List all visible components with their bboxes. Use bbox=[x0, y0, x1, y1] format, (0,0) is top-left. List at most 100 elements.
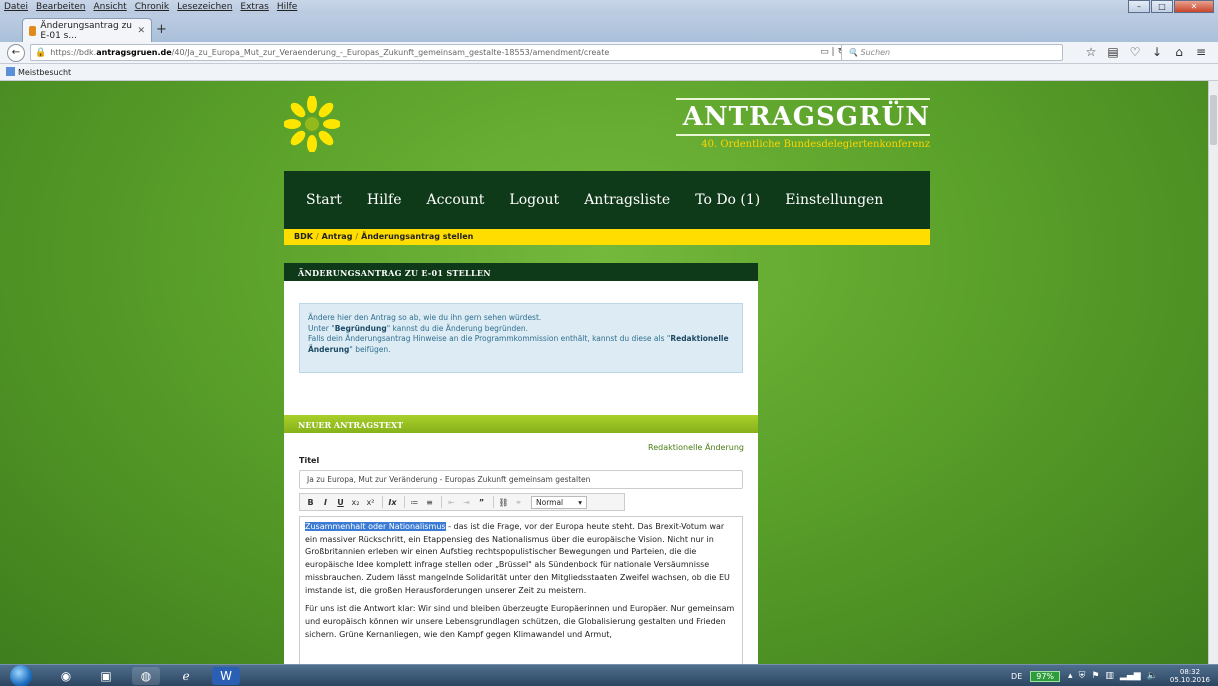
browser-tab[interactable]: Änderungsantrag zu E-01 s... ✕ bbox=[22, 18, 152, 42]
format-select-value: Normal bbox=[536, 497, 564, 507]
numbered-list-icon[interactable]: ≔ bbox=[408, 498, 421, 507]
menu-bearbeiten[interactable]: Bearbeiten bbox=[36, 2, 85, 12]
underline-icon[interactable]: U bbox=[334, 498, 347, 507]
blockquote-icon[interactable]: ” bbox=[475, 498, 488, 507]
home-icon[interactable]: ⌂ bbox=[1168, 45, 1190, 59]
chevron-down-icon: ▾ bbox=[578, 497, 582, 507]
pocket-icon[interactable]: ♡ bbox=[1124, 45, 1146, 59]
start-button-icon[interactable] bbox=[10, 665, 32, 686]
volume-icon[interactable]: 🔈 bbox=[1147, 671, 1158, 681]
camera-app-icon[interactable]: ◉ bbox=[52, 667, 80, 685]
bookmark-meistbesucht[interactable]: Meistbesucht bbox=[18, 68, 71, 77]
nav-hilfe[interactable]: Hilfe bbox=[367, 192, 402, 208]
page-scrollbar[interactable] bbox=[1208, 81, 1218, 664]
outdent-icon[interactable]: ⇤ bbox=[445, 498, 458, 507]
flag-icon[interactable]: ⚑ bbox=[1091, 671, 1099, 681]
scrollbar-thumb[interactable] bbox=[1210, 95, 1217, 145]
security-shield-icon[interactable]: ⛨ bbox=[1079, 671, 1086, 681]
back-button[interactable]: ← bbox=[7, 43, 25, 62]
sunflower-logo-icon[interactable] bbox=[284, 96, 340, 152]
breadcrumb-separator: / bbox=[315, 232, 319, 241]
favicon-icon bbox=[29, 25, 37, 36]
clock[interactable]: 08:32 05.10.2016 bbox=[1170, 668, 1210, 684]
menu-ansicht[interactable]: Ansicht bbox=[93, 2, 126, 12]
brand-rule-top bbox=[676, 98, 930, 100]
text-editor[interactable]: Zusammenhalt oder Nationalismus - das is… bbox=[299, 516, 743, 664]
indent-icon[interactable]: ⇥ bbox=[460, 498, 473, 507]
title-input[interactable]: Ja zu Europa, Mut zur Veränderung - Euro… bbox=[299, 470, 743, 489]
redaktionelle-aenderung-link[interactable]: Redaktionelle Änderung bbox=[648, 443, 744, 452]
internet-explorer-icon[interactable]: ℯ bbox=[172, 667, 200, 685]
breadcrumb: BDK / Antrag / Änderungsantrag stellen bbox=[284, 229, 930, 245]
signal-icon[interactable]: ▂▄▆ bbox=[1120, 671, 1141, 681]
battery-indicator[interactable]: 97% bbox=[1030, 670, 1061, 682]
close-window-button[interactable]: ✕ bbox=[1174, 0, 1214, 13]
language-indicator[interactable]: DE bbox=[1011, 672, 1022, 681]
maximize-button[interactable]: □ bbox=[1151, 0, 1173, 13]
menu-chronik[interactable]: Chronik bbox=[135, 2, 169, 12]
url-host: antragsgruen.de bbox=[96, 48, 172, 57]
word-icon[interactable]: W bbox=[212, 667, 240, 685]
close-tab-icon[interactable]: ✕ bbox=[137, 26, 145, 36]
clock-date: 05.10.2016 bbox=[1169, 676, 1210, 684]
selected-text: Zusammenhalt oder Nationalismus bbox=[305, 522, 446, 531]
bookmark-icon bbox=[6, 67, 15, 76]
site-branding: ANTRAGSGRÜN 40. Ordentliche Bundesdelegi… bbox=[676, 98, 930, 150]
lock-icon: 🔒 bbox=[35, 47, 47, 58]
nav-logout[interactable]: Logout bbox=[509, 192, 559, 208]
file-explorer-icon[interactable]: ▣ bbox=[92, 667, 120, 685]
info-line-3: Falls dein Änderungsantrag Hinweise an d… bbox=[308, 334, 729, 354]
download-icon[interactable]: ↓ bbox=[1146, 45, 1168, 59]
menu-hilfe[interactable]: Hilfe bbox=[277, 2, 297, 12]
network-icon[interactable]: ▥ bbox=[1105, 671, 1114, 681]
menu-datei[interactable]: Datei bbox=[4, 2, 28, 12]
site-title[interactable]: ANTRAGSGRÜN bbox=[676, 102, 930, 132]
bookmarks-bar: Meistbesucht bbox=[0, 64, 1218, 81]
info-line-1: Ändere hier den Antrag so ab, wie du ihn… bbox=[308, 313, 542, 322]
tab-bar: Änderungsantrag zu E-01 s... ✕ + bbox=[0, 14, 1218, 42]
url-bar[interactable]: 🔒 https://bdk. antragsgruen.de/40/Ja_zu_E… bbox=[30, 44, 852, 61]
subscript-icon[interactable]: x₂ bbox=[349, 498, 362, 507]
link-icon[interactable]: ⛓ bbox=[497, 498, 510, 507]
page-viewport: ANTRAGSGRÜN 40. Ordentliche Bundesdelegi… bbox=[0, 81, 1208, 664]
breadcrumb-bdk[interactable]: BDK bbox=[294, 232, 313, 241]
search-icon: 🔍 bbox=[848, 48, 861, 57]
reading-list-icon[interactable]: ▤ bbox=[1102, 45, 1124, 59]
editor-paragraph-2: Für uns ist die Antwort klar: Wir sind u… bbox=[305, 604, 735, 639]
tray-expand-icon[interactable]: ▴ bbox=[1068, 671, 1073, 681]
editor-paragraph-1: Zusammenhalt oder Nationalismus - das is… bbox=[305, 521, 737, 597]
nav-antragsliste[interactable]: Antragsliste bbox=[584, 192, 670, 208]
firefox-icon[interactable]: ◍ bbox=[132, 667, 160, 685]
superscript-icon[interactable]: x² bbox=[364, 498, 377, 507]
info-alert: Ändere hier den Antrag so ab, wie du ihn… bbox=[299, 303, 743, 373]
toolbar-icons: ☆ ▤ ♡ ↓ ⌂ ≡ bbox=[1080, 45, 1212, 59]
bold-icon[interactable]: B bbox=[304, 498, 317, 507]
tab-title: Änderungsantrag zu E-01 s... bbox=[40, 20, 132, 41]
italic-icon[interactable]: I bbox=[319, 498, 332, 507]
breadcrumb-separator: / bbox=[355, 232, 359, 241]
remove-format-icon[interactable]: Ix bbox=[386, 498, 399, 507]
brand-rule-bottom bbox=[676, 134, 930, 136]
bulleted-list-icon[interactable]: ≡ bbox=[423, 498, 436, 507]
menu-lesezeichen[interactable]: Lesezeichen bbox=[177, 2, 232, 12]
menu-extras[interactable]: Extras bbox=[240, 2, 268, 12]
toolbar-divider bbox=[404, 496, 405, 508]
breadcrumb-antrag[interactable]: Antrag bbox=[322, 232, 353, 241]
minimize-button[interactable]: – bbox=[1128, 0, 1150, 13]
new-tab-button[interactable]: + bbox=[156, 22, 167, 37]
amendment-form-panel: ÄNDERUNGSANTRAG ZU E-01 STELLEN Ändere h… bbox=[284, 263, 758, 664]
paragraph-1-text: - das ist die Frage, vor der Europa heut… bbox=[305, 522, 730, 595]
hamburger-menu-icon[interactable]: ≡ bbox=[1190, 45, 1212, 59]
info-line-2: Unter "Begründung" kannst du die Änderun… bbox=[308, 323, 529, 333]
nav-einstellungen[interactable]: Einstellungen bbox=[785, 192, 883, 208]
search-input[interactable]: 🔍 Suchen bbox=[841, 44, 1063, 61]
menu-bar: Datei Bearbeiten Ansicht Chronik Lesezei… bbox=[0, 0, 1218, 14]
toolbar-divider bbox=[441, 496, 442, 508]
bookmark-star-icon[interactable]: ☆ bbox=[1080, 45, 1102, 59]
nav-start[interactable]: Start bbox=[306, 192, 342, 208]
format-select[interactable]: Normal ▾ bbox=[531, 495, 587, 509]
nav-todo[interactable]: To Do (1) bbox=[695, 192, 760, 208]
unlink-icon[interactable]: ⚭ bbox=[512, 498, 525, 507]
nav-account[interactable]: Account bbox=[427, 192, 485, 208]
toolbar-divider bbox=[493, 496, 494, 508]
